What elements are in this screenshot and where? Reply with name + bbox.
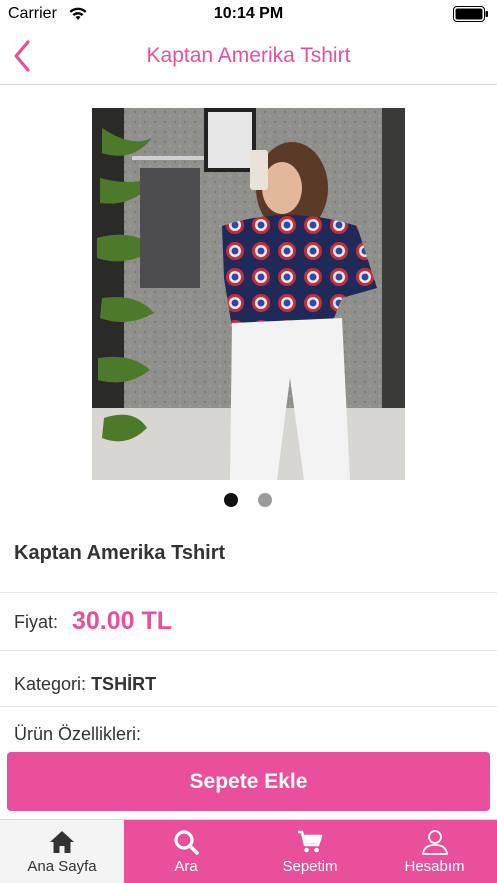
tab-account[interactable]: Hesabım: [372, 820, 497, 883]
navigation-bar: Kaptan Amerika Tshirt: [0, 28, 497, 85]
page-title: Kaptan Amerika Tshirt: [146, 44, 351, 67]
category-value: TSHİRT: [91, 674, 157, 694]
cart-icon: [298, 830, 323, 853]
category-label: Kategori:: [14, 674, 87, 694]
battery-icon: [453, 6, 488, 22]
tab-bar: Ana Sayfa Ara Sepetim Hesabım: [0, 819, 497, 883]
search-icon: [174, 830, 199, 855]
product-name: Kaptan Amerika Tshirt: [14, 542, 226, 564]
add-to-cart-button[interactable]: Sepete Ekle: [7, 752, 490, 811]
pager-dot-active[interactable]: [224, 493, 238, 507]
divider: [0, 706, 497, 707]
tab-search-label: Ara: [174, 858, 198, 875]
image-pager: [0, 492, 497, 508]
tab-cart-label: Sepetim: [282, 858, 338, 875]
status-time: 10:14 PM: [213, 5, 284, 22]
price-value: 30.00 TL: [72, 607, 173, 635]
pager-dot[interactable]: [258, 493, 272, 507]
tab-search[interactable]: Ara: [124, 820, 248, 883]
user-icon: [421, 830, 448, 855]
back-button[interactable]: [6, 38, 40, 74]
tab-cart[interactable]: Sepetim: [248, 820, 372, 883]
price-label: Fiyat:: [14, 612, 59, 632]
status-bar: Carrier 10:14 PM: [0, 0, 497, 28]
product-image[interactable]: [92, 108, 405, 480]
tab-account-label: Hesabım: [404, 858, 465, 875]
tab-home[interactable]: Ana Sayfa: [0, 820, 124, 883]
features-label: Ürün Özellikleri:: [14, 724, 142, 744]
tab-home-label: Ana Sayfa: [27, 858, 97, 875]
product-photo: [92, 108, 405, 480]
chevron-left-icon: [14, 40, 30, 72]
home-icon: [50, 831, 74, 853]
category-row: Kategori: TSHİRT: [14, 674, 156, 695]
divider: [0, 650, 497, 651]
divider: [0, 592, 497, 593]
